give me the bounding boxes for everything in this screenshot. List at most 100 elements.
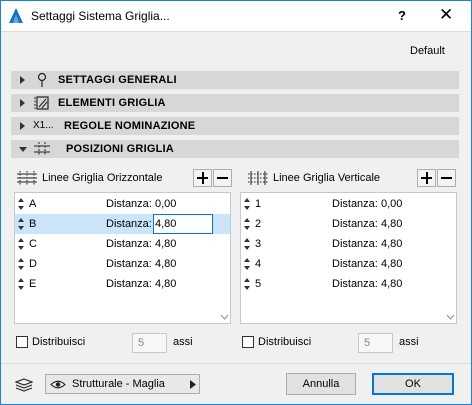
line-name: 4 [255, 258, 262, 270]
distance-label: Distanza: [332, 258, 378, 270]
list-item[interactable]: 4 Distanza: 4,80 [241, 254, 456, 274]
distance-value[interactable]: 4,80 [381, 278, 402, 290]
section-label: POSIZIONI GRIGLIA [66, 143, 174, 155]
axes-label: assi [173, 336, 193, 348]
distance-label: Distanza: [332, 238, 378, 250]
archicad-app-icon [9, 8, 23, 23]
list-item-selected[interactable]: B Distanza: 4,80 [15, 214, 230, 234]
distance-label: Distanza: [106, 238, 152, 250]
line-name: 1 [255, 198, 262, 210]
distance-value[interactable]: 4,80 [155, 258, 176, 270]
list-item[interactable]: A Distanza: 0,00 [15, 194, 230, 214]
add-vertical-line-button[interactable] [417, 169, 436, 187]
count-value: 5 [364, 337, 371, 349]
drag-handle-icon[interactable] [243, 198, 251, 210]
layers-icon [15, 378, 33, 392]
line-name: A [29, 198, 37, 210]
section-grid-positions[interactable]: POSIZIONI GRIGLIA [11, 140, 459, 158]
drag-handle-icon[interactable] [243, 278, 251, 290]
expand-arrow-icon[interactable] [19, 98, 27, 108]
distance-value[interactable]: 4,80 [155, 238, 176, 250]
add-horizontal-line-button[interactable] [193, 169, 212, 187]
list-item[interactable]: C Distanza: 4,80 [15, 234, 230, 254]
vertical-lines-list[interactable]: 1 Distanza: 0,00 2 Distanza: 4,80 3 Dist… [240, 192, 457, 324]
section-general-settings[interactable]: SETTAGGI GENERALI [11, 71, 459, 89]
distance-value[interactable]: 0,00 [155, 198, 176, 210]
distribute-vertical-label[interactable]: Distribuisci [258, 336, 311, 348]
section-label: SETTAGGI GENERALI [58, 74, 177, 86]
distance-label: Distanza: [332, 278, 378, 290]
layer-dropdown[interactable]: Strutturale - Maglia [45, 374, 200, 394]
horizontal-lines-title: Linee Griglia Orizzontale [42, 172, 163, 184]
grid-positions-icon [34, 142, 50, 156]
distance-value[interactable]: 0,00 [381, 198, 402, 210]
distance-label: Distanza: [332, 198, 378, 210]
distance-input[interactable]: 4,80 [153, 214, 213, 234]
scroll-down-icon[interactable] [220, 314, 229, 321]
collapse-arrow-icon[interactable] [19, 144, 27, 154]
horizontal-grid-lines-icon [17, 171, 37, 185]
distance-label: Distanza: [106, 218, 152, 230]
layer-name: Strutturale - Maglia [72, 378, 165, 390]
line-name: 2 [255, 218, 262, 230]
x1-naming-icon: X1... [33, 120, 54, 131]
line-name: C [29, 238, 37, 250]
distribute-horizontal-count[interactable]: 5 [132, 333, 167, 353]
list-item[interactable]: D Distanza: 4,80 [15, 254, 230, 274]
ok-button[interactable]: OK [372, 373, 454, 395]
title-divider [1, 31, 471, 32]
list-item[interactable]: 2 Distanza: 4,80 [241, 214, 456, 234]
drag-handle-icon[interactable] [243, 218, 251, 230]
line-name: 5 [255, 278, 262, 290]
drag-handle-icon[interactable] [243, 238, 251, 250]
close-button[interactable]: ✕ [439, 5, 453, 25]
line-name: 3 [255, 238, 262, 250]
pin-icon [37, 72, 47, 87]
drag-handle-icon[interactable] [17, 198, 25, 210]
drag-handle-icon[interactable] [17, 278, 25, 290]
section-grid-elements[interactable]: ELEMENTI GRIGLIA [11, 94, 459, 112]
distance-value[interactable]: 4,80 [381, 238, 402, 250]
expand-arrow-icon[interactable] [19, 75, 27, 85]
distribute-horizontal-label[interactable]: Distribuisci [32, 336, 85, 348]
vertical-grid-lines-icon [248, 171, 268, 185]
scroll-down-icon[interactable] [446, 314, 455, 321]
remove-vertical-line-button[interactable] [437, 169, 456, 187]
section-label: REGOLE NOMINAZIONE [64, 120, 196, 132]
line-name: E [29, 278, 37, 290]
distance-value[interactable]: 4,80 [155, 278, 176, 290]
favorites-default-label[interactable]: Default [410, 45, 445, 57]
drag-handle-icon[interactable] [17, 258, 25, 270]
line-name: D [29, 258, 37, 270]
drag-handle-icon[interactable] [243, 258, 251, 270]
distance-value[interactable]: 4,80 [381, 258, 402, 270]
list-item[interactable]: E Distanza: 4,80 [15, 274, 230, 294]
section-label: ELEMENTI GRIGLIA [58, 97, 166, 109]
title-bar: Settaggi Sistema Griglia... ? ✕ [1, 1, 471, 31]
drag-handle-icon[interactable] [17, 218, 25, 230]
distance-input-value[interactable]: 4,80 [155, 218, 176, 230]
list-item[interactable]: 1 Distanza: 0,00 [241, 194, 456, 214]
grid-element-icon [34, 96, 49, 110]
cancel-button[interactable]: Annulla [286, 373, 356, 395]
line-name: B [29, 218, 37, 230]
dropdown-arrow-icon [190, 380, 196, 389]
distribute-horizontal-checkbox[interactable] [16, 336, 28, 348]
distance-label: Distanza: [332, 218, 378, 230]
eye-icon [50, 380, 66, 389]
section-naming-rules[interactable]: X1... REGOLE NOMINAZIONE [11, 117, 459, 135]
list-item[interactable]: 5 Distanza: 4,80 [241, 274, 456, 294]
distribute-vertical-count[interactable]: 5 [358, 333, 393, 353]
distance-value[interactable]: 4,80 [381, 218, 402, 230]
footer-divider [1, 363, 471, 364]
list-item[interactable]: 3 Distanza: 4,80 [241, 234, 456, 254]
drag-handle-icon[interactable] [17, 238, 25, 250]
vertical-lines-title: Linee Griglia Verticale [273, 172, 381, 184]
distance-label: Distanza: [106, 258, 152, 270]
distribute-vertical-checkbox[interactable] [242, 336, 254, 348]
horizontal-lines-list[interactable]: A Distanza: 0,00 B Distanza: 4,80 C Dist… [14, 192, 231, 324]
help-button[interactable]: ? [398, 8, 406, 23]
distance-label: Distanza: [106, 198, 152, 210]
expand-arrow-icon[interactable] [19, 121, 27, 131]
remove-horizontal-line-button[interactable] [213, 169, 232, 187]
